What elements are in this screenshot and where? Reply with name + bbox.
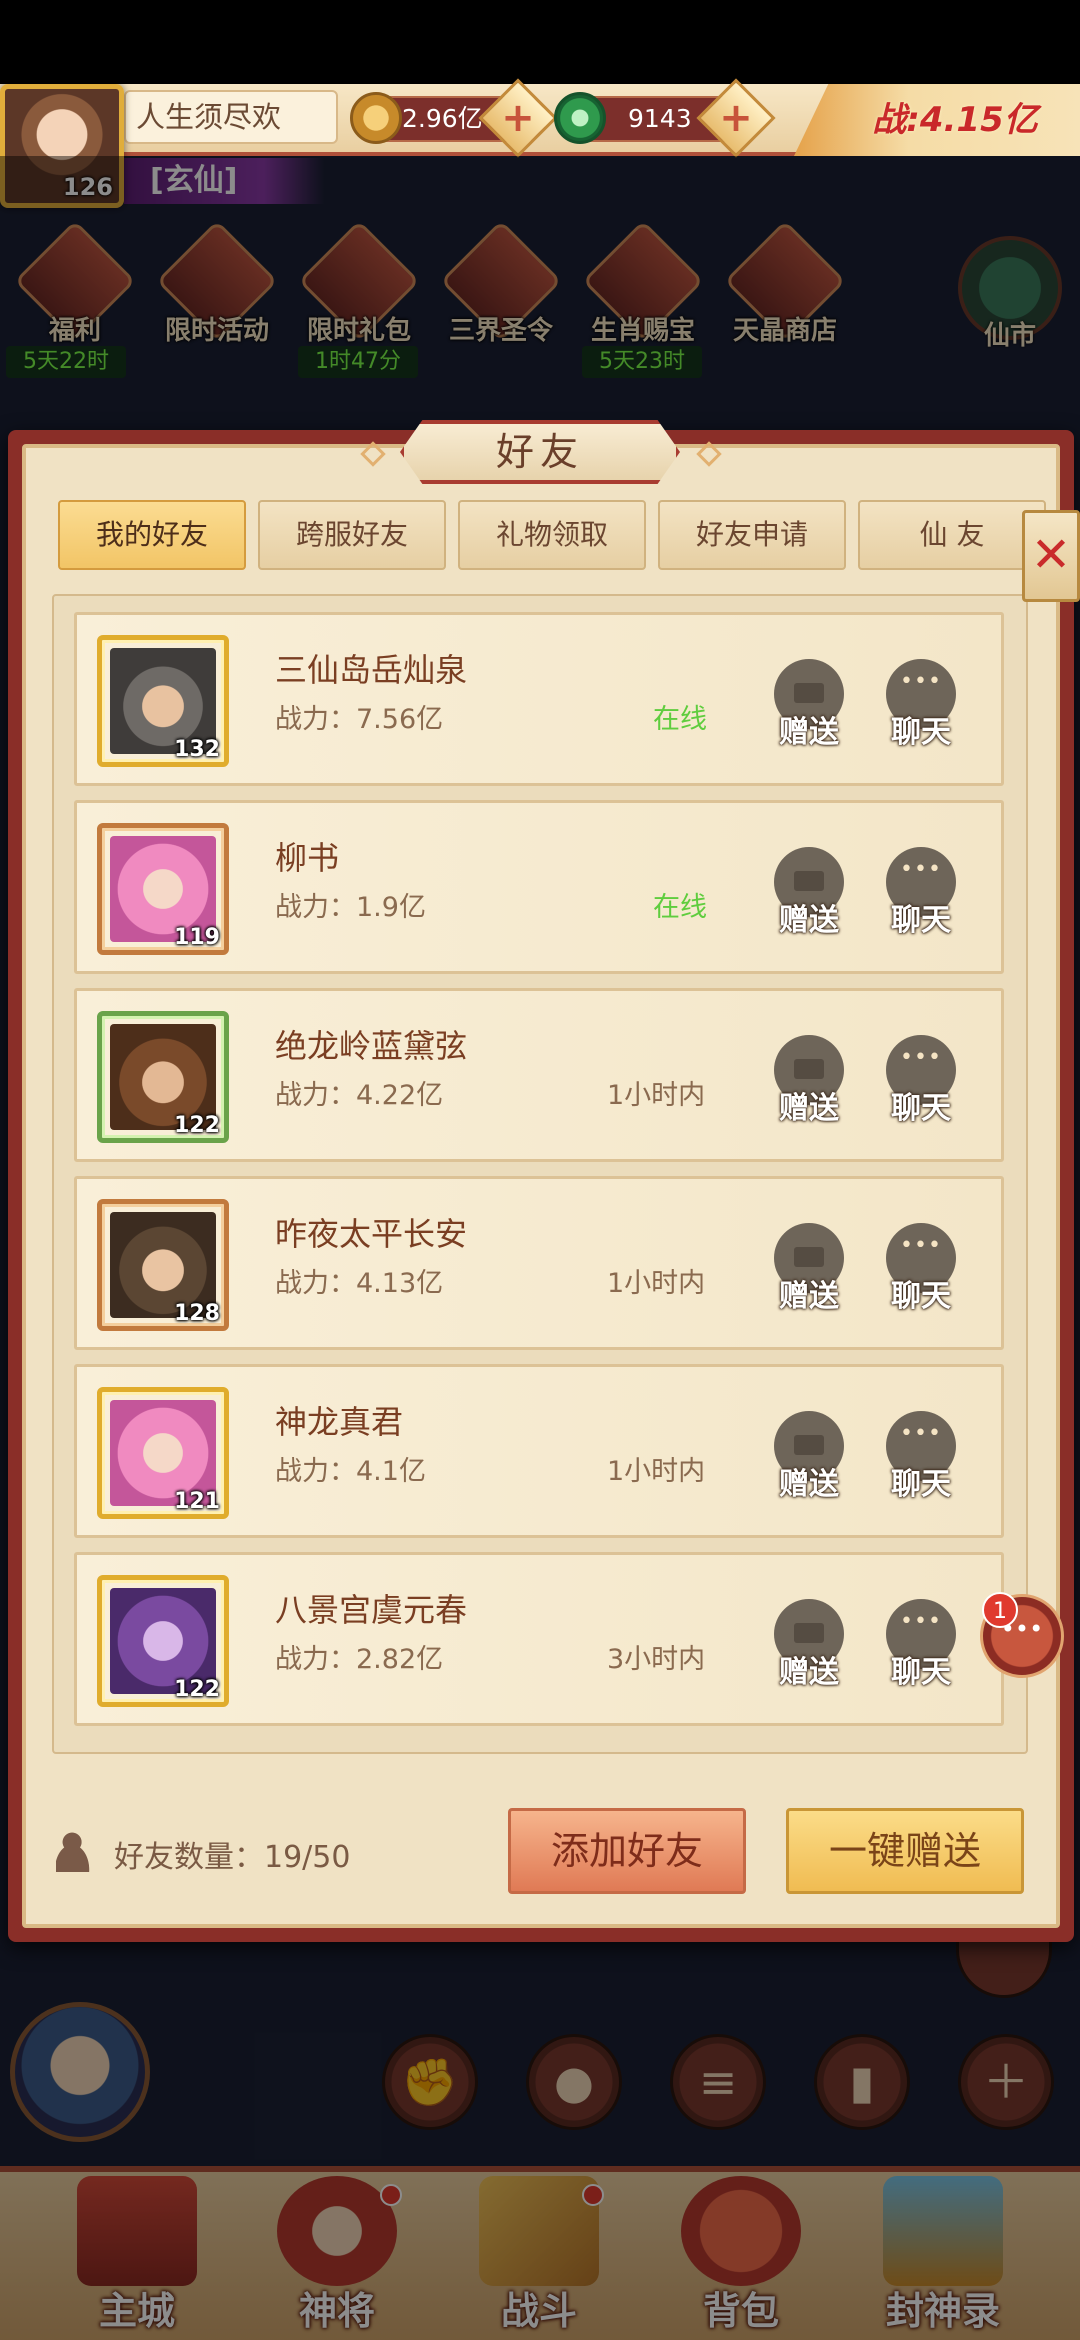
friend-level: 132 [174, 737, 220, 762]
coin-icon [350, 92, 402, 144]
friend-avatar[interactable]: 119 [97, 823, 229, 955]
friend-row[interactable]: 122 绝龙岭蓝黛弦 战力：4.22亿 1小时内 赠送 聊天 [74, 988, 1004, 1162]
chat-unread-badge: 1 [982, 1592, 1018, 1628]
chat-button[interactable]: 聊天 [885, 1035, 957, 1126]
tab-gift-claim[interactable]: 礼物领取 [458, 500, 646, 570]
friend-row[interactable]: 128 昨夜太平长安 战力：4.13亿 1小时内 赠送 聊天 [74, 1176, 1004, 1350]
friend-status: 在线 [653, 892, 707, 923]
power-banner: 战:4.15亿 [794, 84, 1080, 156]
friend-power: 战力：1.9亿 [275, 892, 426, 923]
chat-button[interactable]: 聊天 [885, 847, 957, 938]
friend-level: 122 [174, 1677, 220, 1702]
friend-avatar[interactable]: 128 [97, 1199, 229, 1331]
friend-avatar[interactable]: 122 [97, 1011, 229, 1143]
friend-name: 昨夜太平长安 [275, 1215, 468, 1253]
chat-button[interactable]: 聊天 [885, 1411, 957, 1502]
friend-avatar[interactable]: 122 [97, 1575, 229, 1707]
friend-status: 1小时内 [607, 1456, 706, 1487]
friend-power: 战力：4.1亿 [275, 1456, 426, 1487]
friend-name: 八景宫虞元春 [275, 1591, 468, 1629]
gift-button[interactable]: 赠送 [773, 659, 845, 750]
modal-title: 好友 [400, 420, 680, 484]
tab-friend-requests[interactable]: 好友申请 [658, 500, 846, 570]
friend-avatar[interactable]: 132 [97, 635, 229, 767]
player-name: 人生须尽欢 [124, 90, 338, 144]
add-friend-button[interactable]: 添加好友 [508, 1808, 746, 1894]
friend-count: 好友数量：19/50 [114, 1840, 351, 1875]
friend-row[interactable]: 132 三仙岛岳灿泉 战力：7.56亿 在线 赠送 聊天 [74, 612, 1004, 786]
gift-button[interactable]: 赠送 [773, 847, 845, 938]
friend-avatar[interactable]: 121 [97, 1387, 229, 1519]
friend-power: 战力：2.82亿 [275, 1644, 444, 1675]
friend-power: 战力：4.13亿 [275, 1268, 444, 1299]
friend-row[interactable]: 121 神龙真君 战力：4.1亿 1小时内 赠送 聊天 [74, 1364, 1004, 1538]
tab-my-friends[interactable]: 我的好友 [58, 500, 246, 570]
gift-button[interactable]: 赠送 [773, 1411, 845, 1502]
friend-status: 3小时内 [607, 1644, 706, 1675]
friend-name: 柳书 [275, 839, 340, 877]
close-button[interactable]: ✕ [1022, 510, 1080, 602]
friend-level: 121 [174, 1489, 220, 1514]
jade-icon [554, 92, 606, 144]
gift-button[interactable]: 赠送 [773, 1223, 845, 1314]
chat-button[interactable]: 聊天 [885, 1599, 957, 1690]
tab-cross-server[interactable]: 跨服好友 [258, 500, 446, 570]
friend-row[interactable]: 119 柳书 战力：1.9亿 在线 赠送 聊天 [74, 800, 1004, 974]
friend-level: 119 [174, 925, 220, 950]
friend-level: 128 [174, 1301, 220, 1326]
chat-button[interactable]: 聊天 [885, 659, 957, 750]
status-bar [0, 0, 1080, 84]
friend-status: 1小时内 [607, 1268, 706, 1299]
friend-status: 1小时内 [607, 1080, 706, 1111]
friend-power: 战力：4.22亿 [275, 1080, 444, 1111]
friends-icon [56, 1826, 102, 1872]
friend-row[interactable]: 122 八景宫虞元春 战力：2.82亿 3小时内 赠送 聊天 [74, 1552, 1004, 1726]
friend-level: 122 [174, 1113, 220, 1138]
gift-all-button[interactable]: 一键赠送 [786, 1808, 1024, 1894]
friend-name: 绝龙岭蓝黛弦 [275, 1027, 468, 1065]
friend-power: 战力：7.56亿 [275, 704, 444, 735]
gift-button[interactable]: 赠送 [773, 1599, 845, 1690]
friend-name: 三仙岛岳灿泉 [275, 651, 468, 689]
friend-list[interactable]: 132 三仙岛岳灿泉 战力：7.56亿 在线 赠送 聊天 119 柳书 战力：1… [52, 594, 1028, 1754]
tab-immortal-friends[interactable]: 仙 友 [858, 500, 1046, 570]
friend-name: 神龙真君 [275, 1403, 404, 1441]
friend-status: 在线 [653, 704, 707, 735]
chat-button[interactable]: 聊天 [885, 1223, 957, 1314]
gift-button[interactable]: 赠送 [773, 1035, 845, 1126]
